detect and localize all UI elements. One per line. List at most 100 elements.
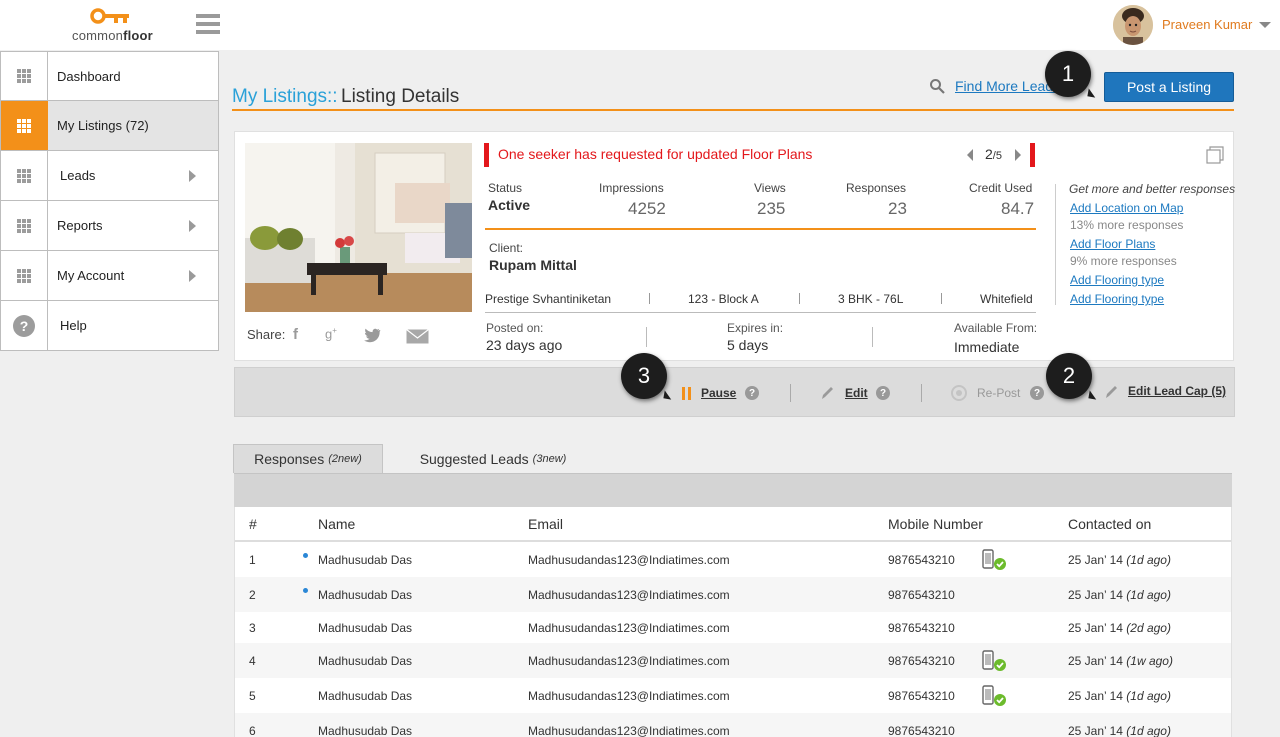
sidebar-item-label: Dashboard: [57, 68, 121, 84]
grid-icon: [17, 218, 31, 233]
contacted-on: 25 Jan’ 14 (2d ago): [1068, 621, 1171, 635]
stat-views: Views 235: [754, 181, 786, 218]
repost-button[interactable]: Re-Post: [977, 386, 1020, 400]
table-row[interactable]: 6 Madhusudab Das Madhusudandas123@Indiatim…: [235, 713, 1231, 737]
lead-name[interactable]: Madhusudab Das: [318, 724, 412, 737]
available-value: Immediate: [954, 339, 1020, 355]
tab-label: Responses: [254, 451, 325, 467]
sidebar-item-leads[interactable]: Leads: [0, 151, 219, 201]
add-floor-plans-link[interactable]: Add Floor Plans: [1070, 237, 1155, 251]
lead-mobile: 9876543210: [888, 588, 955, 602]
add-flooring-type-link[interactable]: Add Flooring type: [1070, 273, 1164, 287]
alert-marker: [484, 143, 489, 167]
dates-separator: [872, 327, 873, 347]
hamburger-icon: [196, 14, 220, 18]
table-row[interactable]: 5 Madhusudab Das Madhusudandas123@Indiatim…: [235, 678, 1231, 713]
lead-email[interactable]: Madhusudandas123@Indiatimes.com: [528, 588, 730, 602]
add-location-link[interactable]: Add Location on Map: [1070, 201, 1183, 215]
contacted-on: 25 Jan’ 14 (1d ago): [1068, 553, 1171, 567]
tab-suggested-leads[interactable]: Suggested Leads (3new): [403, 444, 583, 473]
sidebar-item-reports[interactable]: Reports: [0, 201, 219, 251]
sidebar-item-my-listings[interactable]: My Listings (72): [0, 101, 219, 151]
sidebar: Dashboard My Listings (72) Leads Reports…: [0, 51, 219, 351]
sidebar-item-label: My Account: [57, 268, 125, 283]
grid-icon: [17, 268, 31, 283]
meta-separator: [649, 293, 650, 304]
lead-name[interactable]: Madhusudab Das: [318, 654, 412, 668]
row-number: 3: [249, 621, 256, 635]
tab-responses[interactable]: Responses (2new): [233, 444, 383, 473]
sidebar-item-label: Leads: [60, 168, 96, 183]
listing-card: Share: f g+ One seeker has requested for…: [234, 131, 1235, 361]
twitter-icon[interactable]: [363, 328, 381, 343]
column-header[interactable]: #: [249, 516, 257, 532]
lead-email[interactable]: Madhusudandas123@Indiatimes.com: [528, 689, 730, 703]
alert-marker: [1030, 143, 1035, 167]
lead-name[interactable]: Madhusudab Das: [318, 689, 412, 703]
help-icon[interactable]: ?: [745, 386, 759, 400]
chevron-down-icon[interactable]: [1259, 22, 1271, 28]
email-icon[interactable]: [406, 329, 429, 344]
breadcrumb[interactable]: My Listings::: [232, 86, 338, 108]
lead-name[interactable]: Madhusudab Das: [318, 553, 412, 567]
grid-icon: [17, 168, 31, 183]
stat-impressions: Impressions 4252: [599, 181, 666, 218]
user-avatar-icon: [1113, 5, 1153, 45]
row-number: 1: [249, 553, 256, 567]
lead-email[interactable]: Madhusudandas123@Indiatimes.com: [528, 654, 730, 668]
listing-locality: Whitefield: [980, 292, 1033, 306]
add-flooring-type-link[interactable]: Add Flooring type: [1070, 292, 1164, 306]
table-row[interactable]: 3 Madhusudab Das Madhusudandas123@Indiatim…: [235, 612, 1231, 643]
commonfloor-logo[interactable]: commonfloor: [72, 6, 153, 46]
sidebar-item-label: Help: [60, 318, 87, 333]
column-header[interactable]: Name: [318, 516, 355, 532]
table-row[interactable]: 4 Madhusudab Das Madhusudandas123@Indiatim…: [235, 643, 1231, 678]
google-plus-icon[interactable]: g+: [325, 326, 337, 341]
help-icon[interactable]: ?: [876, 386, 890, 400]
facebook-icon[interactable]: f: [293, 326, 298, 343]
sidebar-item-my-account[interactable]: My Account: [0, 251, 219, 301]
duplicate-icon[interactable]: [1206, 146, 1224, 164]
avatar[interactable]: [1113, 5, 1153, 45]
help-icon[interactable]: ?: [1030, 386, 1044, 400]
meta-separator: [799, 293, 800, 304]
row-number: 5: [249, 689, 256, 703]
listing-project: Prestige Svhantiniketan: [485, 292, 612, 306]
find-more-leads-link[interactable]: Find More Leads: [955, 78, 1060, 94]
stat-responses: Responses 23: [846, 181, 907, 218]
available-label: Available From:: [954, 321, 1038, 335]
lead-email[interactable]: Madhusudandas123@Indiatimes.com: [528, 724, 730, 737]
verified-phone-icon: [982, 685, 1006, 706]
user-name[interactable]: Praveen Kumar: [1162, 17, 1252, 32]
pause-button[interactable]: Pause: [701, 386, 736, 400]
edit-lead-cap-button[interactable]: Edit Lead Cap (5): [1128, 384, 1226, 398]
listing-photo[interactable]: [245, 143, 472, 312]
edit-button[interactable]: Edit: [845, 386, 868, 400]
tab-toolbar: [234, 473, 1232, 507]
lead-name[interactable]: Madhusudab Das: [318, 621, 412, 635]
post-listing-button[interactable]: Post a Listing: [1104, 72, 1234, 102]
column-header[interactable]: Contacted on: [1068, 516, 1151, 532]
new-response-dot-icon: [303, 553, 308, 558]
hamburger-icon-bar: [196, 30, 220, 34]
table-body: 1 Madhusudab Das Madhusudandas123@Indiatim…: [235, 542, 1231, 737]
logo-wordmark: commonfloor: [72, 28, 153, 43]
sidebar-item-dashboard[interactable]: Dashboard: [0, 51, 219, 101]
chevron-right-icon[interactable]: [1015, 149, 1021, 161]
chevron-right-icon: [189, 220, 196, 232]
lead-email[interactable]: Madhusudandas123@Indiatimes.com: [528, 553, 730, 567]
table-row[interactable]: 2 Madhusudab Das Madhusudandas123@Indiatim…: [235, 577, 1231, 612]
share-label: Share:: [247, 327, 286, 342]
sidebar-item-help[interactable]: ? Help: [0, 301, 219, 351]
menu-toggle-button[interactable]: [196, 14, 220, 34]
column-header[interactable]: Email: [528, 516, 563, 532]
table-row[interactable]: 1 Madhusudab Das Madhusudandas123@Indiatim…: [235, 542, 1231, 577]
column-header[interactable]: Mobile Number: [888, 516, 983, 532]
tab-badge: (2new): [328, 453, 362, 465]
lead-name[interactable]: Madhusudab Das: [318, 588, 412, 602]
lead-email[interactable]: Madhusudandas123@Indiatimes.com: [528, 621, 730, 635]
chevron-left-icon[interactable]: [967, 149, 973, 161]
callout-badge-1: 1: [1045, 51, 1091, 97]
tip-benefit: 13% more responses: [1070, 218, 1184, 232]
callout-badge-3: 3: [621, 353, 667, 399]
